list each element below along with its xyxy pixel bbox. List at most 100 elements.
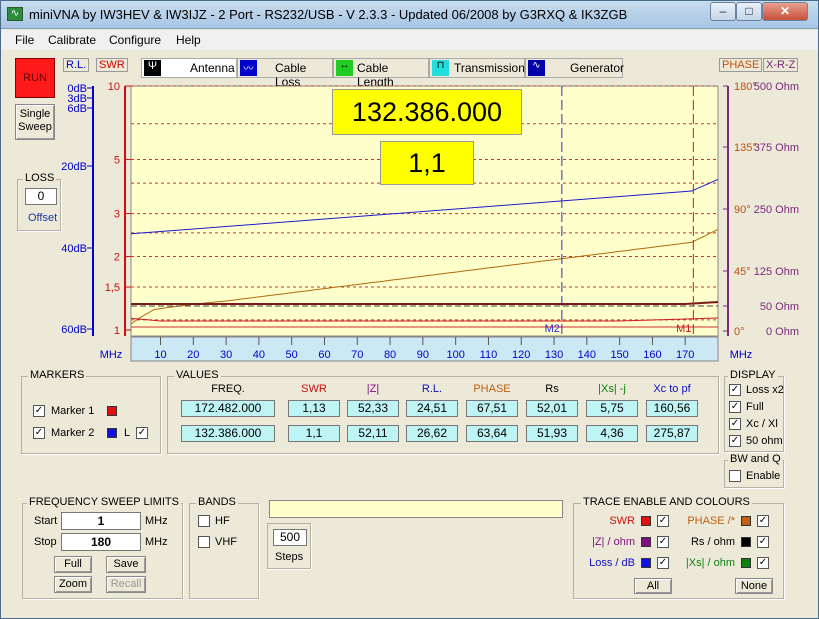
marker2-color[interactable] — [107, 428, 117, 438]
full-button[interactable]: Full — [54, 556, 92, 573]
values-cell-row1: 160,56 — [646, 400, 698, 417]
trace-checkbox[interactable]: ✓ — [657, 515, 669, 527]
phase-tick-label: 45° — [734, 266, 751, 278]
x-unit-label: MHz — [730, 349, 753, 361]
values-cell-row1: 172.482.000 — [181, 400, 275, 417]
x-tick-label: 50 — [286, 349, 298, 361]
stop-freq-input[interactable]: 180 — [61, 533, 141, 551]
swr-tick-label: 1,5 — [105, 282, 120, 294]
x-tick-label: 150 — [610, 349, 628, 361]
display-option-label: Xc / Xl — [746, 418, 778, 430]
marker1-checkbox[interactable]: ✓ — [33, 405, 45, 417]
trace-checkbox[interactable]: ✓ — [657, 557, 669, 569]
trace-label: PHASE /* — [687, 515, 735, 527]
trace-checkbox[interactable]: ✓ — [757, 515, 769, 527]
trace-color-swatch[interactable] — [741, 558, 751, 568]
values-header: SWR — [301, 383, 327, 395]
ohm-tick-label: 250 Ohm — [754, 204, 799, 216]
marker1-color[interactable] — [107, 406, 117, 416]
trace-all-button[interactable]: All — [634, 578, 672, 594]
values-header: |Xs| -j — [598, 383, 626, 395]
values-cell-row2: 275,87 — [646, 425, 698, 442]
x-unit-label: MHz — [100, 349, 123, 361]
x-tick-label: 60 — [318, 349, 330, 361]
x-tick-label: 110 — [480, 349, 498, 361]
trace-label: Rs / ohm — [690, 536, 735, 548]
trace-label: |Z| / ohm — [591, 536, 635, 548]
trace-checkbox[interactable]: ✓ — [657, 536, 669, 548]
ohm-tick-label: 125 Ohm — [754, 266, 799, 278]
display-option-label: Loss x2 — [746, 384, 784, 396]
trace-label: SWR — [609, 515, 635, 527]
marker1-label: Marker 1 — [51, 405, 95, 417]
hf-checkbox[interactable] — [198, 515, 210, 527]
display-checkbox[interactable]: ✓ — [729, 401, 741, 413]
swr-tick-label: 10 — [108, 81, 120, 93]
db-tick-label: 20dB — [61, 161, 87, 173]
swr-tick-label: 3 — [114, 209, 120, 221]
start-freq-input[interactable]: 1 — [61, 512, 141, 530]
display-checkbox[interactable]: ✓ — [729, 384, 741, 396]
display-checkbox[interactable]: ✓ — [729, 418, 741, 430]
x-tick-label: 70 — [351, 349, 363, 361]
values-header: R.L. — [421, 383, 443, 395]
values-cell-row2: 1,1 — [288, 425, 340, 442]
phase-tick-label: 0° — [734, 326, 745, 338]
recall-button[interactable]: Recall — [106, 576, 146, 593]
save-button[interactable]: Save — [106, 556, 146, 573]
trace-checkbox[interactable]: ✓ — [757, 557, 769, 569]
zoom-button[interactable]: Zoom — [54, 576, 92, 593]
steps-input[interactable]: 500 — [273, 529, 307, 546]
marker2-l-label: L — [124, 427, 131, 439]
marker-freq-readout: 132.386.000 — [332, 89, 522, 135]
traces-title: TRACE ENABLE AND COLOURS — [581, 496, 752, 508]
trace-checkbox[interactable]: ✓ — [757, 536, 769, 548]
stop-label: Stop — [34, 536, 57, 548]
marker2-l-checkbox[interactable]: ✓ — [136, 427, 148, 439]
values-cell-row2: 52,11 — [347, 425, 399, 442]
display-checkbox[interactable]: ✓ — [729, 435, 741, 447]
values-cell-row1: 52,01 — [526, 400, 578, 417]
x-tick-label: 100 — [446, 349, 464, 361]
vhf-label: VHF — [215, 536, 237, 548]
x-tick-label: 40 — [253, 349, 265, 361]
trace-color-swatch[interactable] — [641, 558, 651, 568]
x-tick-label: 170 — [676, 349, 694, 361]
trace-color-swatch[interactable] — [641, 537, 651, 547]
trace-color-swatch[interactable] — [741, 537, 751, 547]
trace-none-button[interactable]: None — [735, 578, 773, 594]
bwq-enable-checkbox[interactable] — [729, 470, 741, 482]
values-cell-row2: 4,36 — [586, 425, 638, 442]
trace-color-swatch[interactable] — [741, 516, 751, 526]
swr-tick-label: 5 — [114, 154, 120, 166]
x-tick-label: 30 — [220, 349, 232, 361]
bwq-enable-label: Enable — [746, 470, 781, 482]
values-header: Rs — [545, 383, 559, 395]
values-header: FREQ. — [211, 383, 245, 395]
values-cell-row1: 67,51 — [466, 400, 518, 417]
start-unit: MHz — [145, 515, 168, 527]
values-cell-row1: 52,33 — [347, 400, 399, 417]
stop-unit: MHz — [145, 536, 168, 548]
trace-color-swatch[interactable] — [641, 516, 651, 526]
values-header: PHASE — [473, 383, 511, 395]
swr-tick-label: 2 — [114, 252, 120, 264]
marker-swr-readout: 1,1 — [380, 141, 474, 185]
marker2-checkbox[interactable]: ✓ — [33, 427, 45, 439]
swr-tick-label: 1 — [114, 325, 120, 337]
x-tick-label: 140 — [578, 349, 596, 361]
marker1-label-chart: M1 — [676, 323, 691, 335]
x-tick-label: 130 — [545, 349, 563, 361]
values-cell-row2: 51,93 — [526, 425, 578, 442]
values-cell-row2: 132.386.000 — [181, 425, 275, 442]
values-cell-row2: 26,62 — [406, 425, 458, 442]
hf-label: HF — [215, 515, 230, 527]
steps-label: Steps — [275, 551, 304, 563]
start-label: Start — [34, 515, 58, 527]
chart-svg: M2 M1 10 20 30 40 50 60 70 80 90 100 110 120 130 140 15… — [61, 81, 799, 362]
ohm-tick-label: 375 Ohm — [754, 142, 799, 154]
x-tick-label: 90 — [417, 349, 429, 361]
x-tick-label: 80 — [384, 349, 396, 361]
marker2-label: Marker 2 — [51, 427, 95, 439]
vhf-checkbox[interactable] — [198, 536, 210, 548]
